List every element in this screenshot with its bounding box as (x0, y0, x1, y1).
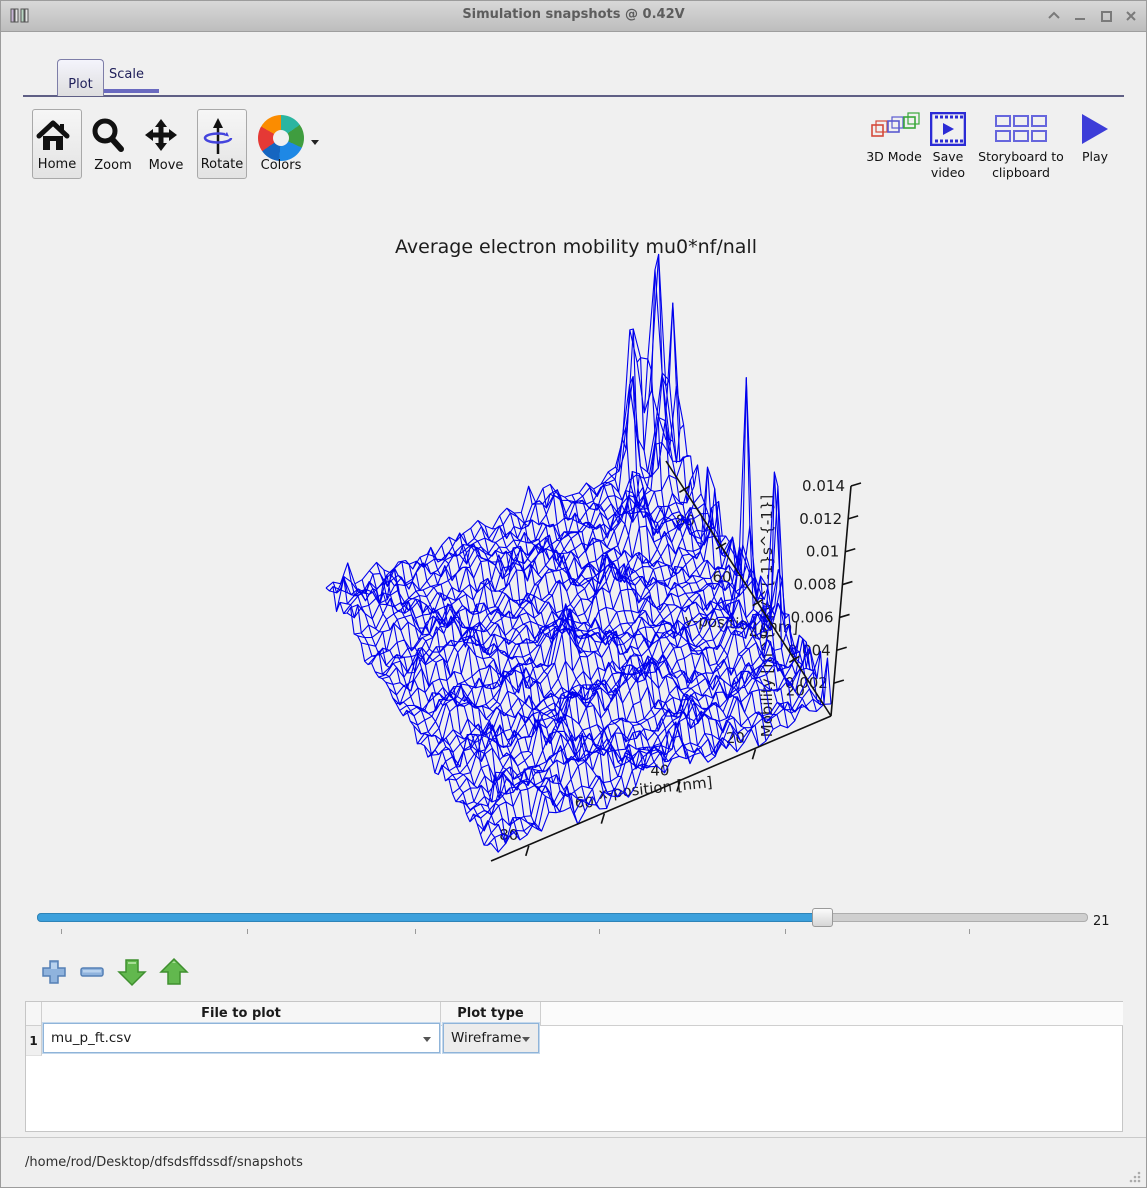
snapshot-slider-handle[interactable] (812, 908, 833, 927)
storyboard-label: Storyboard to clipboard (976, 149, 1066, 182)
shade-window-icon[interactable] (1046, 8, 1062, 24)
slider-tick (969, 929, 970, 934)
column-header-empty (541, 1002, 1123, 1026)
slider-value: 21 (1093, 914, 1110, 929)
resize-grip[interactable] (1128, 1170, 1142, 1184)
save-video-icon (930, 112, 966, 146)
chevron-down-icon (423, 1037, 431, 1042)
svg-text:0.014: 0.014 (802, 477, 845, 495)
colors-label: Colors (253, 158, 309, 173)
play-icon (1079, 112, 1111, 146)
home-icon (33, 116, 73, 156)
tab-pane-border (23, 95, 1124, 97)
files-table: File to plot Plot type 1 mu_p_ft.csv Wir… (25, 1001, 1123, 1132)
close-icon[interactable] (1123, 8, 1139, 24)
row-header[interactable]: 1 (26, 1026, 42, 1056)
play-label: Play (1071, 149, 1119, 165)
3d-mode-label: 3D Mode (863, 149, 925, 165)
plot-type-value: Wireframe (451, 1030, 521, 1046)
slider-tick (599, 929, 600, 934)
rotate-icon (198, 116, 238, 156)
table-corner-header (26, 1002, 42, 1026)
3d-mode-icon (868, 111, 920, 147)
home-label: Home (33, 157, 81, 172)
add-row-button[interactable] (37, 955, 71, 989)
colors-wheel-icon (258, 115, 304, 161)
chevron-down-icon (522, 1037, 530, 1042)
window-title: Simulation snapshots @ 0.42V (1, 7, 1146, 22)
move-icon (141, 115, 181, 155)
move-button[interactable]: Move (141, 109, 191, 179)
colors-button[interactable]: Colors (253, 109, 309, 179)
slider-tick (247, 929, 248, 934)
save-video-button[interactable]: Save video (926, 109, 970, 182)
slider-tick (415, 929, 416, 934)
svg-text:0.012: 0.012 (799, 510, 842, 528)
zoom-label: Zoom (88, 158, 138, 173)
maximize-icon[interactable] (1098, 8, 1114, 24)
home-button[interactable]: Home (32, 109, 82, 179)
file-to-plot-combobox[interactable]: mu_p_ft.csv (43, 1023, 440, 1053)
rotate-label: Rotate (198, 157, 246, 172)
move-up-button[interactable] (157, 955, 191, 989)
snapshot-slider-fill (37, 913, 823, 922)
move-label: Move (141, 158, 191, 173)
status-path: /home/rod/Desktop/dfsdsffdssdf/snapshots (25, 1155, 303, 1170)
tabbar-accent (104, 89, 159, 93)
app-window: Simulation snapshots @ 0.42V Plot Scale … (0, 0, 1147, 1188)
slider-tick (61, 929, 62, 934)
move-down-button[interactable] (115, 955, 149, 989)
svg-text:0.01: 0.01 (806, 543, 839, 561)
colors-dropdown-arrow-icon[interactable] (309, 137, 321, 147)
rotate-button[interactable]: Rotate (197, 109, 247, 179)
file-to-plot-value: mu_p_ft.csv (51, 1030, 131, 1046)
status-bar: /home/rod/Desktop/dfsdsffdssdf/snapshots (1, 1137, 1146, 1188)
svg-text:40: 40 (650, 761, 669, 779)
minimize-icon[interactable] (1072, 8, 1088, 24)
3d-mode-button[interactable]: 3D Mode (863, 109, 925, 165)
remove-row-button[interactable] (75, 955, 109, 989)
svg-text:0.008: 0.008 (793, 576, 836, 594)
plot-type-combobox[interactable]: Wireframe (443, 1023, 539, 1053)
zoom-button[interactable]: Zoom (88, 109, 138, 179)
storyboard-button[interactable]: Storyboard to clipboard (976, 109, 1066, 182)
slider-tick (785, 929, 786, 934)
storyboard-icon (995, 114, 1047, 144)
save-video-label: Save video (926, 149, 970, 182)
play-button[interactable]: Play (1071, 109, 1119, 165)
svg-text:Average electron mobility mu0*: Average electron mobility mu0*nf/nall (395, 236, 757, 258)
plot-3d-svg: 20406080204060800.0020.0040.0060.0080.01… (31, 196, 1121, 896)
plot-3d-canvas[interactable]: 20406080204060800.0020.0040.0060.0080.01… (31, 196, 1121, 896)
tab-scale[interactable]: Scale (109, 67, 144, 82)
zoom-icon (88, 115, 128, 155)
tab-plot[interactable]: Plot (57, 59, 104, 96)
title-bar[interactable]: Simulation snapshots @ 0.42V (1, 1, 1146, 32)
